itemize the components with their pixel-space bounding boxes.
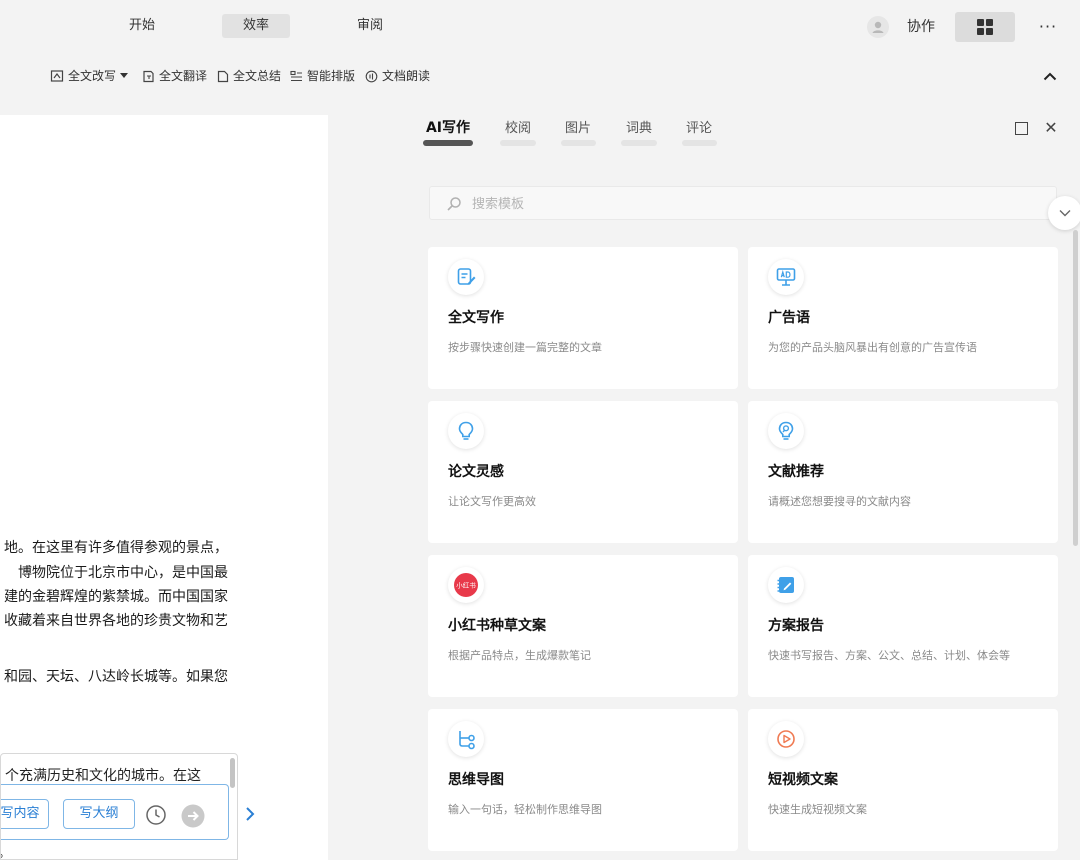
next-arrow-button[interactable] [242, 804, 258, 824]
template-search-box[interactable] [429, 186, 1057, 220]
smart-layout-label: 智能排版 [307, 69, 356, 83]
apps-grid-button[interactable] [955, 12, 1015, 42]
popup-scrollbar[interactable] [230, 758, 235, 788]
document-line: 和园、天坛、八达岭长城等。如果您 [4, 669, 228, 685]
write-outline-button[interactable]: 写大纲 [63, 799, 135, 829]
clock-icon [146, 805, 166, 825]
card-description: 为您的产品头脑风暴出有创意的广告宣传语 [768, 341, 977, 354]
card-title: 文献推荐 [768, 464, 824, 480]
rewrite-all-label: 全文改写 [68, 69, 117, 83]
template-card-ad-slogan[interactable]: 广告语 为您的产品头脑风暴出有创意的广告宣传语 [748, 247, 1058, 389]
more-options-button[interactable]: ··· [1036, 14, 1060, 38]
smart-layout-button[interactable]: 智能排版 [290, 66, 355, 86]
card-description: 按步骤快速创建一篇完整的文章 [448, 341, 602, 354]
report-notebook-icon [768, 567, 804, 603]
tab-indicator [621, 140, 657, 146]
ai-write-popup: 个充满历史和文化的城市。在这 写内容 写大纲 视。 [0, 753, 238, 860]
rewrite-icon [50, 70, 64, 82]
video-play-icon [768, 721, 804, 757]
tab-indicator [500, 140, 536, 146]
document-line: 博物院位于北京市中心，是中国最 [18, 565, 228, 581]
tab-images[interactable]: 图片 [560, 117, 596, 136]
document-line: 收藏着来自世界各地的珍贵文物和艺 [4, 613, 228, 629]
card-title: 小红书种草文案 [448, 618, 546, 634]
card-description: 根据产品特点，生成爆款笔记 [448, 649, 591, 662]
tab-ai-writing[interactable]: AI写作 [424, 117, 472, 137]
card-description: 请概述您想要搜寻的文献内容 [768, 495, 911, 508]
xiaohongshu-logo-text: 小红书 [456, 581, 476, 590]
card-title: 方案报告 [768, 618, 824, 634]
collapse-ribbon-button[interactable] [1040, 66, 1060, 86]
chevron-down-icon [1059, 210, 1071, 217]
grid-icon [977, 19, 993, 35]
summarize-all-button[interactable]: 全文总结 [217, 66, 281, 86]
arrow-right-circle-icon [181, 804, 205, 828]
summarize-all-label: 全文总结 [233, 69, 282, 83]
template-card-short-video[interactable]: 短视频文案 快速生成短视频文案 [748, 709, 1058, 851]
document-page[interactable]: 地。在这里有许多值得参观的景点， 博物院位于北京市中心，是中国最 建的金碧辉煌的… [0, 115, 328, 860]
card-title: 全文写作 [448, 310, 504, 326]
translate-icon [143, 70, 154, 82]
template-card-proposal-report[interactable]: 方案报告 快速书写报告、方案、公文、总结、计划、体会等 [748, 555, 1058, 697]
tab-review[interactable]: 审阅 [340, 14, 400, 38]
tab-dictionary[interactable]: 词典 [621, 117, 657, 136]
card-title: 思维导图 [448, 772, 504, 788]
tab-indicator [561, 140, 596, 146]
billboard-ad-icon [768, 259, 804, 295]
read-aloud-button[interactable]: 文档朗读 [365, 66, 430, 86]
template-search-input[interactable] [472, 193, 972, 215]
tab-indicator-active [423, 140, 473, 146]
document-line: 建的金碧辉煌的紫禁城。而中国国家 [4, 589, 228, 605]
chevron-right-icon [246, 807, 255, 821]
template-card-mindmap[interactable]: 思维导图 输入一句话，轻松制作思维导图 [428, 709, 738, 851]
popup-trailing-text: 视。 [1, 842, 11, 859]
tab-proofread[interactable]: 校阅 [500, 117, 536, 136]
pencil-document-icon [448, 259, 484, 295]
send-button[interactable] [181, 804, 205, 832]
translate-all-label: 全文翻译 [159, 69, 208, 83]
xiaohongshu-logo-icon: 小红书 [448, 567, 484, 603]
read-aloud-label: 文档朗读 [382, 69, 431, 83]
history-button[interactable] [145, 804, 167, 830]
rewrite-all-button[interactable]: 全文改写 [50, 66, 129, 86]
translate-all-button[interactable]: 全文翻译 [142, 66, 207, 86]
lightbulb-icon [448, 413, 484, 449]
read-aloud-icon [365, 70, 378, 82]
tab-indicator [682, 140, 717, 146]
chevron-up-icon [1043, 72, 1057, 80]
popup-preview-text: 个充满历史和文化的城市。在这 [5, 768, 201, 784]
collaborate-button[interactable]: 协作 [907, 16, 935, 38]
tab-start[interactable]: 开始 [112, 14, 172, 38]
document-line: 地。在这里有许多值得参观的景点， [4, 540, 228, 556]
ribbon: 开始 效率 审阅 全文改写 全文翻译 全文总结 智能排版 文档朗读 协作 ··· [0, 0, 1080, 100]
template-card-literature[interactable]: 文献推荐 请概述您想要搜寻的文献内容 [748, 401, 1058, 543]
card-title: 广告语 [768, 310, 810, 326]
card-description: 输入一句话，轻松制作思维导图 [448, 803, 602, 816]
summary-document-icon [217, 70, 229, 82]
tab-efficiency[interactable]: 效率 [222, 14, 290, 38]
card-description: 快速书写报告、方案、公文、总结、计划、体会等 [768, 649, 1010, 662]
card-title: 论文灵感 [448, 464, 504, 480]
card-description: 快速生成短视频文案 [768, 803, 867, 816]
template-card-xiaohongshu[interactable]: 小红书 小红书种草文案 根据产品特点，生成爆款笔记 [428, 555, 738, 697]
write-content-button[interactable]: 写内容 [1, 799, 49, 829]
close-icon: ✕ [1044, 118, 1058, 137]
mindmap-icon [448, 721, 484, 757]
panel-dropdown-button[interactable] [1048, 196, 1080, 230]
avatar[interactable] [867, 16, 889, 38]
maximize-button[interactable] [1015, 122, 1028, 135]
search-icon [447, 197, 461, 211]
user-icon [872, 21, 884, 33]
tab-comments[interactable]: 评论 [681, 117, 717, 136]
close-panel-button[interactable]: ✕ [1044, 120, 1058, 136]
caret-down-icon [120, 73, 129, 78]
card-title: 短视频文案 [768, 772, 838, 788]
card-description: 让论文写作更高效 [448, 495, 536, 508]
lightbulb-search-icon [768, 413, 804, 449]
layout-icon [290, 70, 302, 81]
ai-assistant-panel: AI写作 校阅 图片 词典 评论 ✕ 全文写作 按步骤快速创建一篇完整的文章 广… [400, 100, 1080, 860]
template-card-paper-ideas[interactable]: 论文灵感 让论文写作更高效 [428, 401, 738, 543]
panel-scrollbar[interactable] [1073, 230, 1078, 546]
template-card-full-writing[interactable]: 全文写作 按步骤快速创建一篇完整的文章 [428, 247, 738, 389]
